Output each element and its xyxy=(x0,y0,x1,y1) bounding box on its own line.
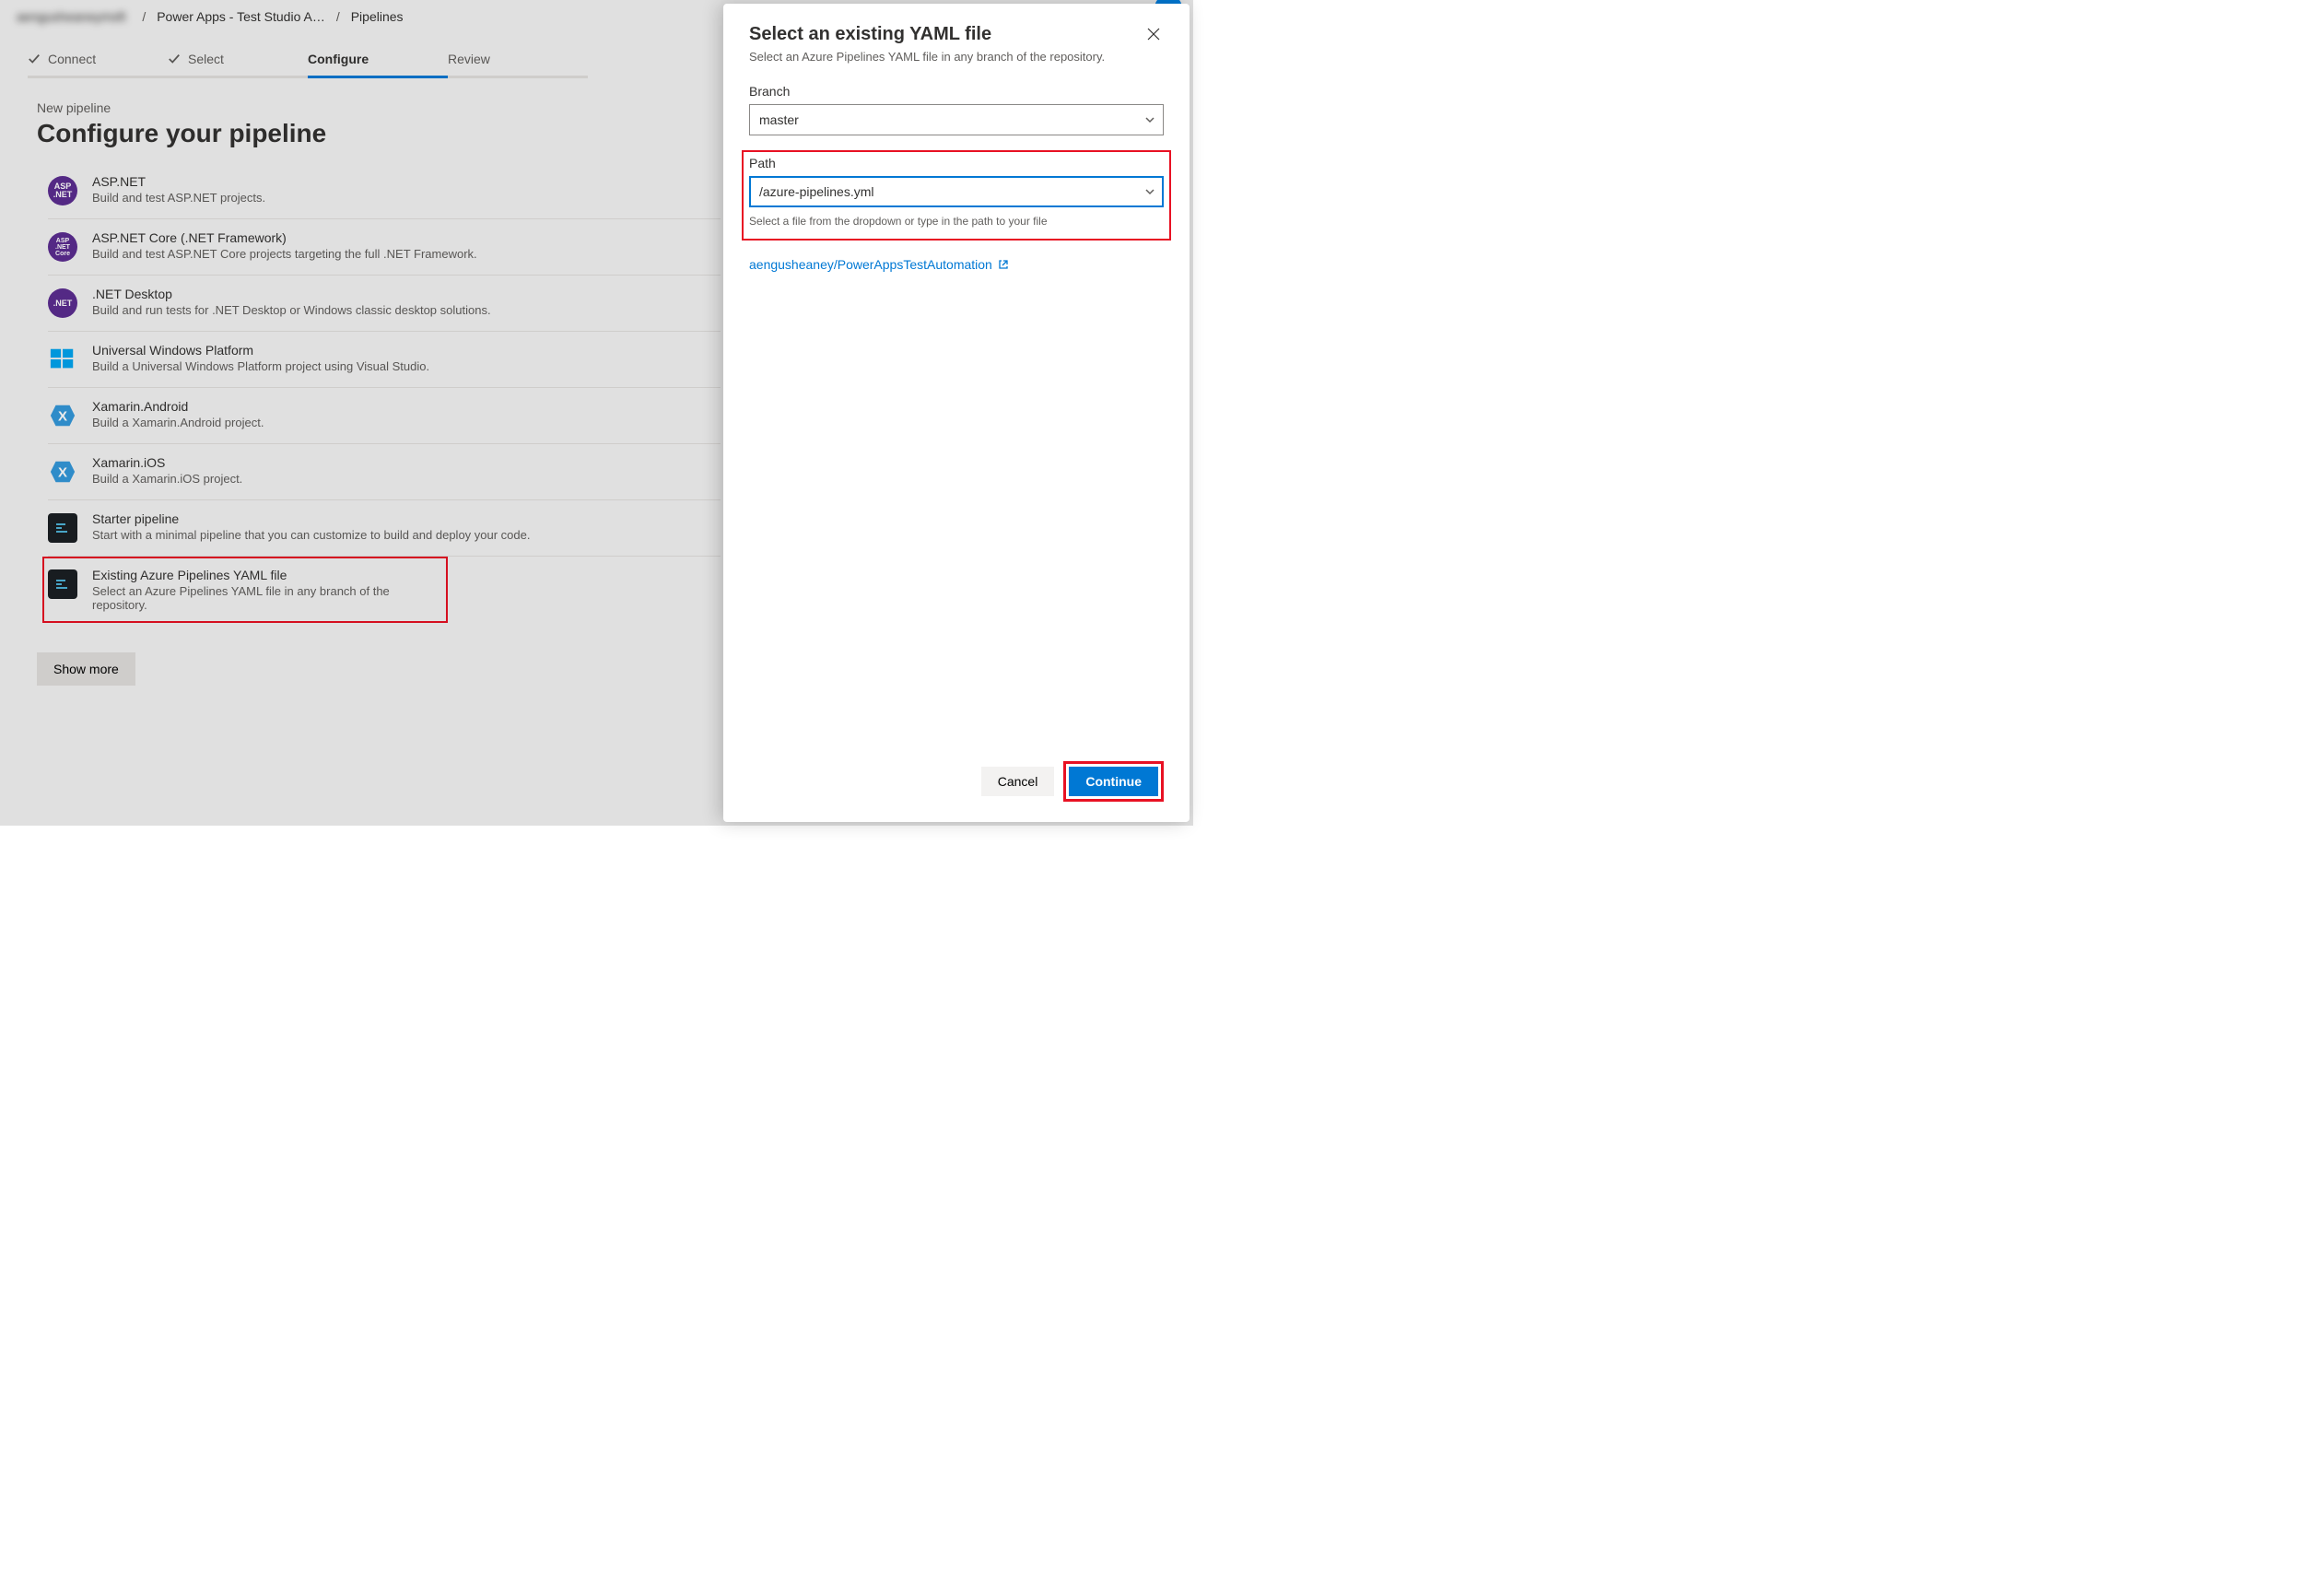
branch-label: Branch xyxy=(749,84,1164,99)
option-desc: Build and test ASP.NET Core projects tar… xyxy=(92,247,477,261)
code-icon xyxy=(48,569,77,599)
aspnet-core-icon: ASP .NET Core xyxy=(48,232,77,262)
pipeline-option-net-desktop[interactable]: .NET .NET Desktop Build and run tests fo… xyxy=(48,276,721,332)
step-configure[interactable]: Configure xyxy=(308,52,448,78)
pipeline-option-xamarin-android[interactable]: X Xamarin.Android Build a Xamarin.Androi… xyxy=(48,388,721,444)
chevron-down-icon xyxy=(1144,186,1155,197)
branch-select[interactable]: master xyxy=(749,104,1164,135)
close-button[interactable] xyxy=(1143,24,1164,49)
step-select-label: Select xyxy=(188,52,224,66)
dotnet-icon: .NET xyxy=(48,288,77,318)
option-title: Existing Azure Pipelines YAML file xyxy=(92,568,442,582)
breadcrumb-org[interactable]: aengusheaneymsft xyxy=(17,9,125,24)
pipeline-option-uwp[interactable]: Universal Windows Platform Build a Unive… xyxy=(48,332,721,388)
xamarin-icon: X xyxy=(48,457,77,487)
step-configure-label: Configure xyxy=(308,52,369,66)
check-icon xyxy=(28,53,41,65)
path-hint: Select a file from the dropdown or type … xyxy=(749,215,1164,228)
breadcrumb-sep-icon: / xyxy=(142,9,146,24)
xamarin-icon: X xyxy=(48,401,77,430)
option-title: .NET Desktop xyxy=(92,287,491,301)
breadcrumb-project[interactable]: Power Apps - Test Studio A… xyxy=(157,9,325,24)
panel-subtitle: Select an Azure Pipelines YAML file in a… xyxy=(749,49,1105,65)
chevron-down-icon xyxy=(1144,114,1155,125)
branch-value: master xyxy=(759,112,799,127)
breadcrumb-pipelines[interactable]: Pipelines xyxy=(351,9,404,24)
option-title: ASP.NET xyxy=(92,174,265,189)
continue-button[interactable]: Continue xyxy=(1069,767,1158,796)
code-icon xyxy=(48,513,77,543)
panel-title: Select an existing YAML file xyxy=(749,24,1105,45)
option-desc: Build a Universal Windows Platform proje… xyxy=(92,359,429,373)
option-title: Starter pipeline xyxy=(92,511,530,526)
show-more-button[interactable]: Show more xyxy=(37,652,135,686)
external-link-icon xyxy=(998,259,1009,270)
pipeline-option-aspnet-core[interactable]: ASP .NET Core ASP.NET Core (.NET Framewo… xyxy=(48,219,721,276)
step-review-label: Review xyxy=(448,52,490,66)
windows-icon xyxy=(48,345,77,374)
option-title: Universal Windows Platform xyxy=(92,343,429,358)
pipeline-option-aspnet[interactable]: ASP .NET ASP.NET Build and test ASP.NET … xyxy=(48,174,721,219)
aspnet-icon: ASP .NET xyxy=(48,176,77,205)
path-value: /azure-pipelines.yml xyxy=(759,184,874,199)
option-desc: Build a Xamarin.Android project. xyxy=(92,416,264,429)
check-icon xyxy=(168,53,181,65)
option-title: Xamarin.Android xyxy=(92,399,264,414)
close-icon xyxy=(1147,28,1160,41)
repo-link[interactable]: aengusheaney/PowerAppsTestAutomation xyxy=(749,257,1164,272)
path-select[interactable]: /azure-pipelines.yml xyxy=(749,176,1164,207)
step-connect-label: Connect xyxy=(48,52,96,66)
path-label: Path xyxy=(749,156,1164,170)
step-review: Review xyxy=(448,52,588,78)
option-desc: Build a Xamarin.iOS project. xyxy=(92,472,242,486)
yaml-file-panel: Select an existing YAML file Select an A… xyxy=(723,4,1190,822)
svg-text:X: X xyxy=(58,465,67,481)
option-desc: Build and run tests for .NET Desktop or … xyxy=(92,303,491,317)
option-title: Xamarin.iOS xyxy=(92,455,242,470)
repo-link-text: aengusheaney/PowerAppsTestAutomation xyxy=(749,257,992,272)
step-connect[interactable]: Connect xyxy=(28,52,168,78)
pipeline-option-existing-yaml[interactable]: Existing Azure Pipelines YAML file Selec… xyxy=(42,557,448,623)
pipeline-option-starter[interactable]: Starter pipeline Start with a minimal pi… xyxy=(48,500,721,557)
option-desc: Start with a minimal pipeline that you c… xyxy=(92,528,530,542)
cancel-button[interactable]: Cancel xyxy=(981,767,1055,796)
svg-text:X: X xyxy=(58,409,67,425)
step-select[interactable]: Select xyxy=(168,52,308,78)
option-title: ASP.NET Core (.NET Framework) xyxy=(92,230,477,245)
option-desc: Build and test ASP.NET projects. xyxy=(92,191,265,205)
pipeline-option-xamarin-ios[interactable]: X Xamarin.iOS Build a Xamarin.iOS projec… xyxy=(48,444,721,500)
option-desc: Select an Azure Pipelines YAML file in a… xyxy=(92,584,442,612)
breadcrumb-sep-icon: / xyxy=(336,9,340,24)
